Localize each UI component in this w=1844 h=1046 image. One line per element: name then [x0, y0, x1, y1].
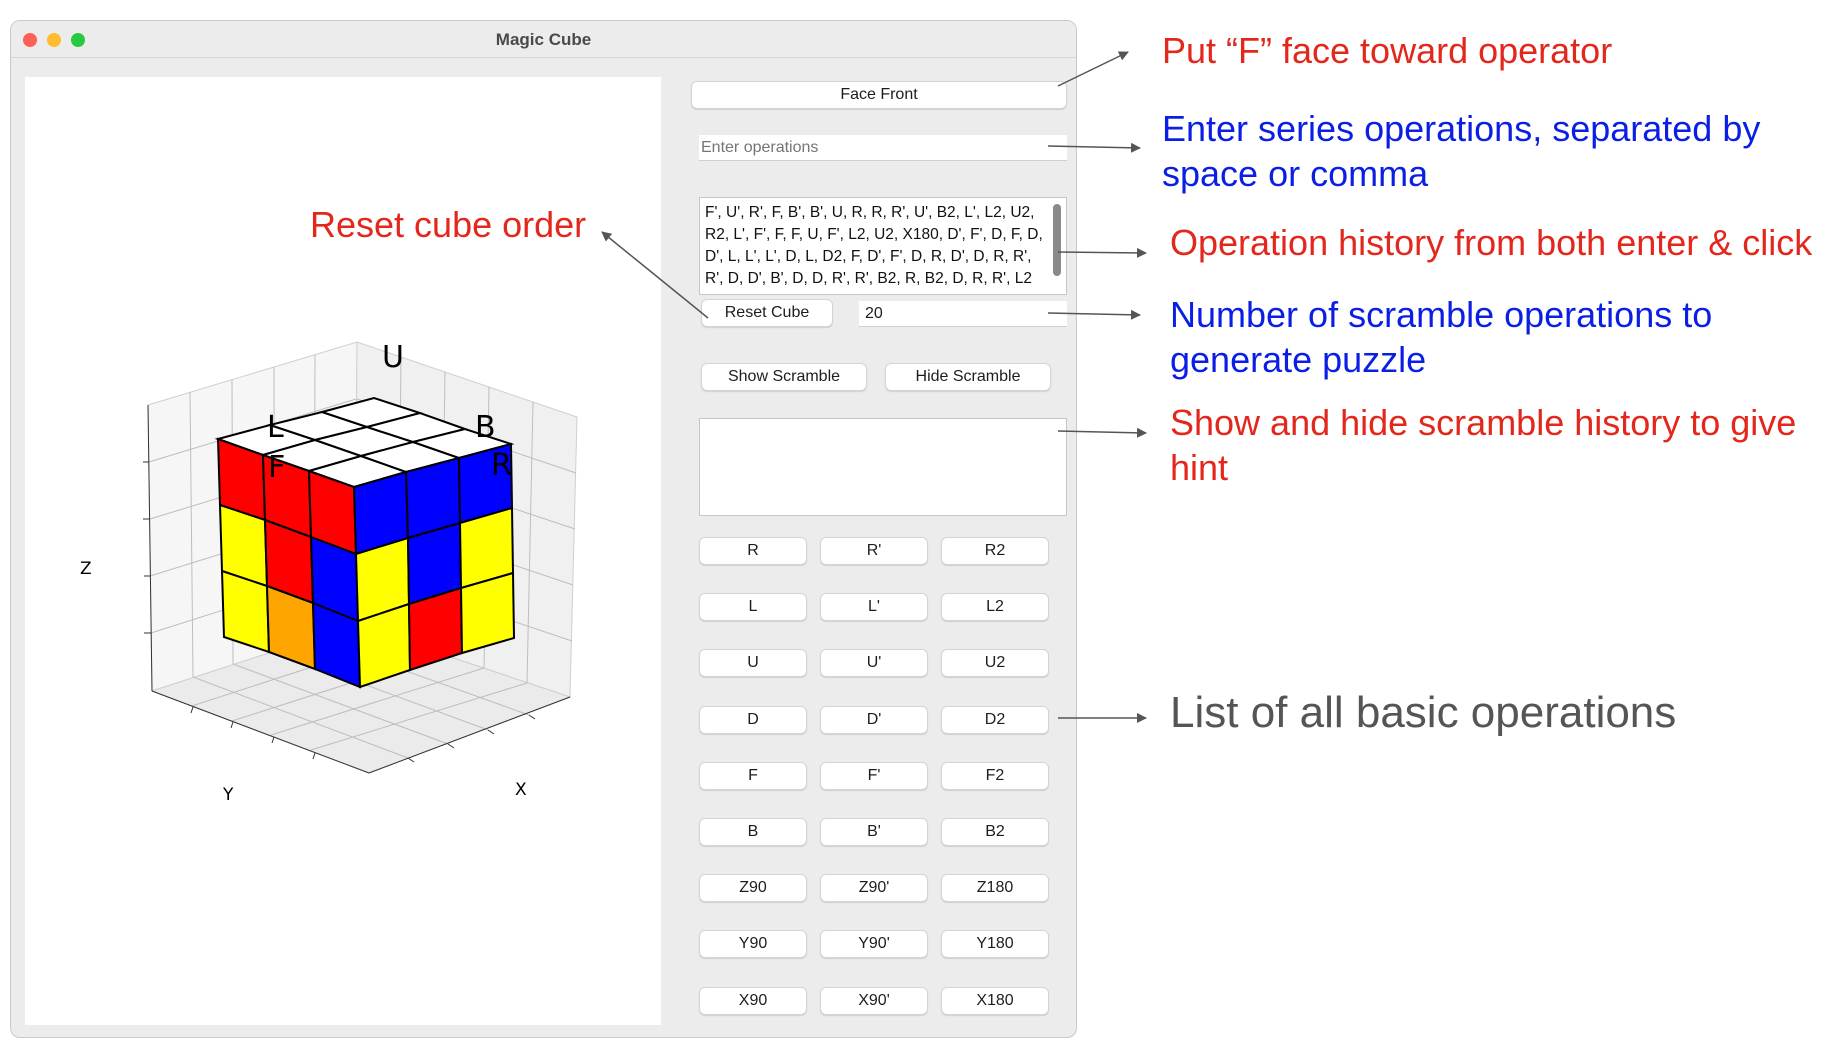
- op-button[interactable]: L: [699, 593, 807, 621]
- op-button[interactable]: B2: [941, 818, 1049, 846]
- window-title: Magic Cube: [495, 30, 592, 49]
- op-button[interactable]: F2: [941, 762, 1049, 790]
- op-button[interactable]: X90: [699, 987, 807, 1015]
- face-front-button[interactable]: Face Front: [691, 81, 1067, 109]
- op-button[interactable]: U': [820, 649, 928, 677]
- annotation-enter-ops-line1: Enter series operations, separated by: [1162, 108, 1761, 149]
- op-button[interactable]: D: [699, 706, 807, 734]
- op-button[interactable]: L2: [941, 593, 1049, 621]
- op-button[interactable]: Y90: [699, 930, 807, 958]
- axis-label-x: X: [515, 780, 527, 800]
- op-button[interactable]: U2: [941, 649, 1049, 677]
- op-button[interactable]: L': [820, 593, 928, 621]
- face-label-f: F: [268, 450, 285, 485]
- op-button[interactable]: D': [820, 706, 928, 734]
- annotation-enter-ops-line2: space or comma: [1162, 153, 1429, 194]
- op-button[interactable]: F: [699, 762, 807, 790]
- annotation-scramble-count-line1: Number of scramble operations to: [1170, 294, 1713, 335]
- show-scramble-button[interactable]: Show Scramble: [701, 363, 867, 391]
- scramble-history-textarea[interactable]: [699, 418, 1067, 516]
- op-button[interactable]: R': [820, 537, 928, 565]
- axis-label-y: Y: [222, 785, 234, 805]
- op-button[interactable]: U: [699, 649, 807, 677]
- annotation-basic-ops: List of all basic operations: [1170, 688, 1677, 737]
- op-button[interactable]: Z90: [699, 874, 807, 902]
- op-button[interactable]: F': [820, 762, 928, 790]
- annotation-history: Operation history from both enter & clic…: [1170, 222, 1813, 263]
- face-label-u: U: [382, 340, 404, 375]
- op-button[interactable]: X90': [820, 987, 928, 1015]
- op-button[interactable]: Y180: [941, 930, 1049, 958]
- hide-scramble-button[interactable]: Hide Scramble: [885, 363, 1051, 391]
- annotation-show-hide-line2: hint: [1170, 447, 1229, 488]
- axis-label-z: Z: [80, 559, 92, 579]
- annotation-show-hide-line1: Show and hide scramble history to give: [1170, 402, 1797, 443]
- history-scrollbar[interactable]: [1053, 204, 1061, 276]
- reset-cube-button[interactable]: Reset Cube: [701, 299, 833, 327]
- face-label-l: L: [267, 410, 284, 445]
- op-button[interactable]: Y90': [820, 930, 928, 958]
- op-button[interactable]: X180: [941, 987, 1049, 1015]
- operation-history-text: F', U', R', F, B', B', U, R, R, R', U', …: [705, 204, 1043, 287]
- operations-input[interactable]: [699, 135, 1067, 161]
- op-button[interactable]: Z90': [820, 874, 928, 902]
- annotation-scramble-count-line2: generate puzzle: [1170, 339, 1427, 380]
- op-button[interactable]: R2: [941, 537, 1049, 565]
- op-button[interactable]: B': [820, 818, 928, 846]
- scramble-count-input[interactable]: 20: [859, 301, 1067, 327]
- title-bar: Magic Cube: [11, 21, 1076, 58]
- op-button[interactable]: D2: [941, 706, 1049, 734]
- face-label-b: B: [475, 410, 496, 445]
- operation-history-textarea[interactable]: F', U', R', F, B', B', U, R, R, R', U', …: [699, 197, 1067, 295]
- op-button[interactable]: B: [699, 818, 807, 846]
- annotation-reset: Reset cube order: [310, 204, 587, 245]
- annotation-face-front: Put “F” face toward operator: [1162, 30, 1613, 71]
- face-label-r: R: [491, 448, 512, 483]
- app-window: Magic Cube U L B F R Z Y X Face Front En…: [10, 20, 1077, 1038]
- op-button[interactable]: Z180: [941, 874, 1049, 902]
- op-button[interactable]: R: [699, 537, 807, 565]
